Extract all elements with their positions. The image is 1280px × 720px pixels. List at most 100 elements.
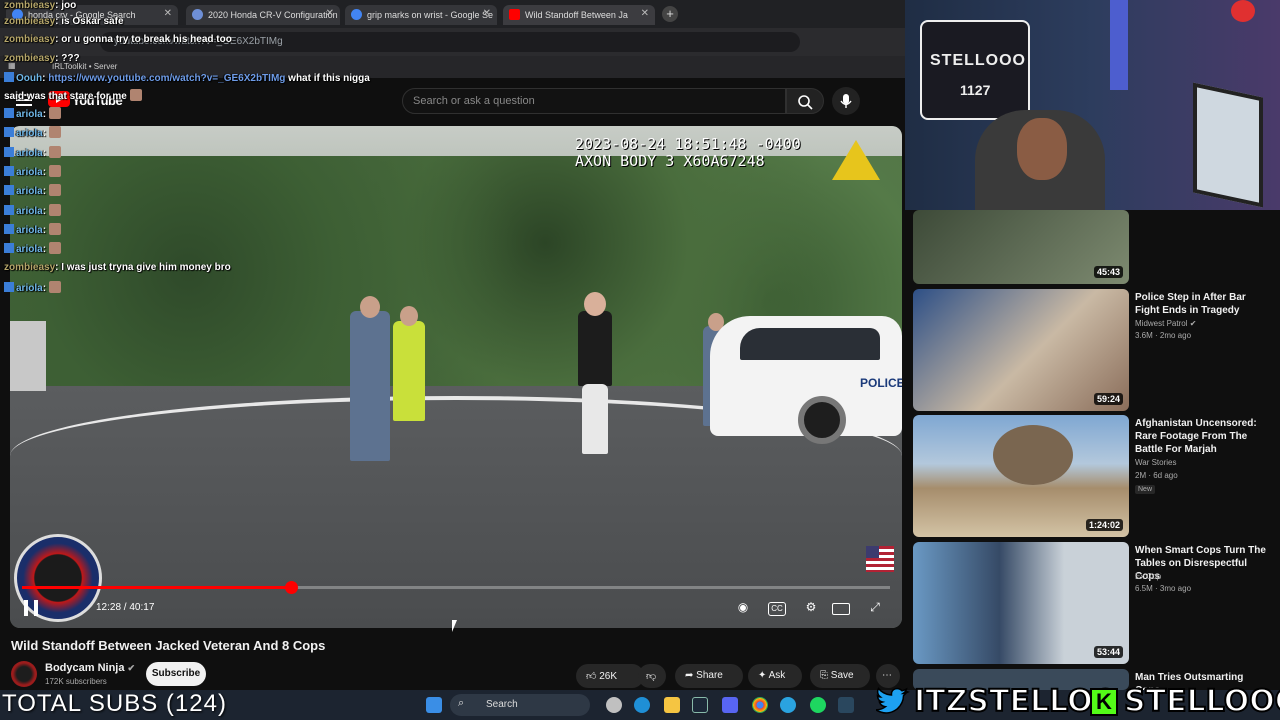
channel-name[interactable]: Bodycam Ninja ✔ [45,662,135,674]
officer-2-head [400,306,418,326]
chat-message: ariola: [4,126,62,139]
chatgpt-icon[interactable] [606,697,622,713]
recommendation-item[interactable]: 53:44 When Smart Cops Turn The Tables on… [913,542,1273,664]
chat-text: : [42,109,47,120]
subscribe-button[interactable]: Subscribe [146,662,206,686]
chat-text: : [42,206,47,217]
search-icon: ⌕ [458,697,465,709]
recommendation-item[interactable]: 59:24 Police Step in After Bar Fight End… [913,289,1273,411]
video-title: Wild Standoff Between Jacked Veteran And… [11,638,326,653]
file-explorer-icon[interactable] [664,697,680,713]
poster-number: 1127 [960,82,991,98]
poster-text: STELLOOO [930,52,1026,69]
recommendation-channel[interactable]: Ex Cop [1135,572,1161,581]
progress-scrubber[interactable] [285,581,299,594]
us-flag-icon [866,546,894,572]
autoplay-toggle-icon[interactable]: ◉ [732,600,754,618]
settings-gear-icon[interactable]: ⚙ [800,600,822,618]
steam-icon[interactable] [692,697,708,713]
led-light [1110,0,1128,90]
tab-label: Wild Standoff Between Ja [525,10,628,20]
recommendation-channel[interactable]: Midwest Patrol ✔ [1135,319,1196,328]
microphone-icon [840,94,852,108]
like-button[interactable]: 👍︎ 26K [576,664,644,688]
discord-icon[interactable] [722,697,738,713]
chat-text: said was that stare for me [4,91,127,102]
recommendation-thumbnail[interactable]: 53:44 [913,542,1129,664]
chat-message: zombieasy: is Oskar safe [4,16,124,27]
chat-text: : [42,128,47,139]
ask-button[interactable]: ✦ Ask [748,664,802,688]
bookmark-icon: ⎘ [820,670,828,681]
close-icon[interactable]: ✕ [483,8,491,19]
new-tab-button[interactable]: + [662,6,678,22]
chat-username: zombieasy [4,262,56,273]
recommendation-title[interactable]: Police Step in After Bar Fight Ends in T… [1135,291,1269,317]
telegram-icon[interactable] [780,697,796,713]
fullscreen-icon[interactable]: ⤢ [864,600,886,618]
sparkle-icon: ✦ [758,670,767,681]
recommendation-thumbnail[interactable]: 45:43 [913,210,1129,284]
officer-1 [350,311,390,461]
cruiser-wheel [798,396,846,444]
chat-text: : [42,225,47,236]
chat-emote-icon [49,223,62,235]
veteran-shirt [578,311,612,386]
windows-start-icon[interactable] [426,697,442,713]
verified-icon: ✔ [1189,319,1197,328]
chat-text: : [42,186,47,197]
kick-handle: STELLOOO [1123,683,1280,720]
social-handles-overlay: ITZSTELLOO K STELLOOO [872,680,1280,720]
captions-icon[interactable]: CC [768,602,786,616]
spotify-icon[interactable] [810,697,826,713]
thumbs-down-icon: 👎︎ [646,671,657,682]
chat-text: : joo [55,0,77,11]
progress-bar[interactable] [22,581,890,594]
recommendation-meta: 6.5M · 3mo ago [1135,584,1192,593]
chat-message: Oouh: https://www.youtube.com/watch?v=_G… [4,72,370,84]
theater-mode-icon[interactable] [832,603,850,615]
chat-username: zombieasy [4,34,56,45]
pause-button[interactable] [24,600,38,616]
edge-icon[interactable] [634,697,650,713]
recommendation-meta: 2M · 6d ago [1135,471,1178,480]
recommendation-channel[interactable]: War Stories [1135,458,1177,467]
chat-username: ariola [16,206,43,217]
channel-name-text: Bodycam Ninja [45,662,125,674]
chat-badge-icon [4,205,14,215]
search-button[interactable] [786,88,824,114]
chrome-icon[interactable] [752,697,768,713]
recommendation-thumbnail[interactable]: 59:24 [913,289,1129,411]
recommendation-item[interactable]: 1:24:02 Afghanistan Uncensored: Rare Foo… [913,415,1273,537]
search-input[interactable]: Search or ask a question [402,88,786,114]
chat-badge-icon [4,127,14,137]
chat-username: zombieasy [4,0,56,11]
chat-badge-icon [4,166,14,176]
save-button[interactable]: ⎘ Save [810,664,870,688]
taskbar-search[interactable]: Search [450,694,590,716]
stream-chat-overlay: zombieasy: joo zombieasy: is Oskar safe zo… [0,0,420,300]
chat-text: : or u gonna try to break his head too [55,34,232,45]
chat-message: zombieasy: ??? [4,53,80,64]
voice-search-button[interactable] [832,87,860,115]
save-label: Save [830,670,854,681]
video-duration: 53:44 [1093,646,1123,658]
recommendation-title[interactable]: Afghanistan Uncensored: Rare Footage Fro… [1135,417,1269,456]
chat-emote-icon [49,126,62,138]
recommendation-meta: 3.6M · 2mo ago [1135,331,1192,340]
steam-icon-2[interactable] [838,697,854,713]
share-button[interactable]: ➦ Share [675,664,743,688]
streamer-webcam: STELLOOO 1127 [905,0,1280,210]
tab-youtube-active[interactable]: Wild Standoff Between Ja ✕ [503,5,655,25]
channel-avatar[interactable] [11,661,37,687]
chat-username: zombieasy [4,53,56,64]
chat-emote-icon [129,89,142,101]
video-duration: 1:24:02 [1085,519,1123,531]
recommendation-thumbnail[interactable]: 1:24:02 [913,415,1129,537]
close-icon[interactable]: ✕ [641,8,649,19]
chat-message: ariola: [4,242,62,255]
dislike-button[interactable]: 👎︎ [638,664,666,688]
chat-username: ariola [16,148,43,159]
streamer-head [1017,118,1067,180]
chat-link[interactable]: https://www.youtube.com/watch?v=_GE6X2bT… [48,73,285,84]
